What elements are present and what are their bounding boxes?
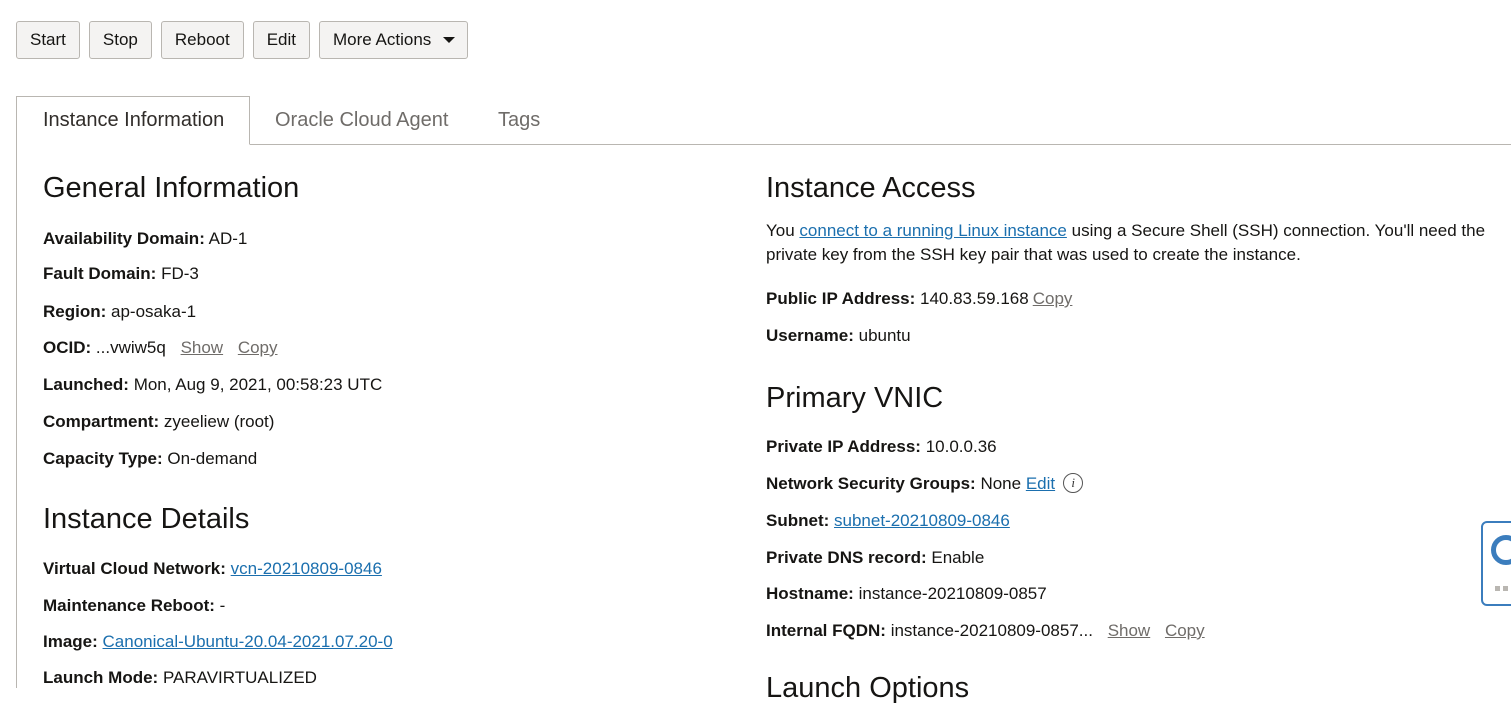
subnet-link[interactable]: subnet-20210809-0846: [834, 511, 1010, 530]
instance-access-heading: Instance Access: [766, 172, 976, 204]
launched-label: Launched:: [43, 375, 129, 394]
nsg-value: None: [980, 474, 1022, 493]
maintenance-reboot-value: -: [219, 596, 226, 615]
public-ip-row: Public IP Address: 140.83.59.168 Copy: [766, 289, 1072, 309]
private-dns-label: Private DNS record:: [766, 548, 927, 567]
fqdn-value: instance-20210809-0857...: [890, 621, 1093, 640]
region-value: ap-osaka-1: [111, 302, 197, 321]
fqdn-show-link[interactable]: Show: [1108, 621, 1151, 640]
fault-domain-label: Fault Domain:: [43, 264, 157, 283]
compartment-value: zyeeliew (root): [163, 412, 275, 431]
hostname-value: instance-20210809-0857: [858, 584, 1047, 603]
instance-details-heading: Instance Details: [43, 503, 250, 535]
launch-mode-label: Launch Mode:: [43, 668, 159, 687]
private-dns-value: Enable: [931, 548, 985, 567]
availability-domain-value: AD-1: [208, 229, 248, 248]
help-lifebuoy-icon: [1491, 535, 1511, 565]
ocid-row: OCID: ...vwiw5q Show Copy: [43, 338, 278, 358]
subnet-label: Subnet:: [766, 511, 830, 530]
reboot-button[interactable]: Reboot: [160, 21, 244, 59]
content-left-border: [16, 144, 17, 688]
ocid-show-link[interactable]: Show: [181, 338, 224, 357]
private-ip-row: Private IP Address: 10.0.0.36: [766, 437, 997, 457]
tab-instance-information[interactable]: Instance Information: [16, 96, 250, 145]
compartment-label: Compartment:: [43, 412, 160, 431]
public-ip-value: 140.83.59.168: [920, 289, 1029, 308]
connect-linux-instance-link[interactable]: connect to a running Linux instance: [799, 221, 1066, 240]
maintenance-reboot-row: Maintenance Reboot: -: [43, 596, 225, 616]
vcn-link[interactable]: vcn-20210809-0846: [231, 559, 382, 578]
launch-options-heading: Launch Options: [766, 672, 970, 704]
public-ip-label: Public IP Address:: [766, 289, 916, 308]
ocid-value: ...vwiw5q: [95, 338, 166, 357]
info-icon[interactable]: i: [1063, 472, 1084, 493]
capacity-type-value: On-demand: [167, 449, 258, 468]
vcn-row: Virtual Cloud Network: vcn-20210809-0846: [43, 559, 382, 579]
drag-handle-icon: [1495, 579, 1511, 604]
maintenance-reboot-label: Maintenance Reboot:: [43, 596, 215, 615]
launch-mode-value: PARAVIRTUALIZED: [162, 668, 317, 687]
more-actions-button[interactable]: More Actions: [319, 21, 469, 59]
fqdn-row: Internal FQDN: instance-20210809-0857...…: [766, 621, 1205, 641]
action-toolbar: Start Stop Reboot Edit More Actions: [16, 21, 469, 59]
launch-mode-row: Launch Mode: PARAVIRTUALIZED: [43, 668, 317, 688]
instance-access-description: You connect to a running Linux instance …: [766, 219, 1496, 267]
region-row: Region: ap-osaka-1: [43, 302, 196, 322]
region-label: Region:: [43, 302, 107, 321]
private-ip-label: Private IP Address:: [766, 437, 921, 456]
nsg-label: Network Security Groups:: [766, 474, 976, 493]
hostname-label: Hostname:: [766, 584, 854, 603]
subnet-row: Subnet: subnet-20210809-0846: [766, 511, 1010, 531]
launched-row: Launched: Mon, Aug 9, 2021, 00:58:23 UTC: [43, 375, 382, 395]
access-intro-pre: You: [766, 221, 800, 240]
general-information-heading: General Information: [43, 172, 300, 204]
availability-domain-row: Availability Domain: AD-1: [43, 229, 247, 249]
image-label: Image:: [43, 632, 98, 651]
primary-vnic-heading: Primary VNIC: [766, 382, 944, 414]
username-value: ubuntu: [858, 326, 911, 345]
fault-domain-row: Fault Domain: FD-3: [43, 264, 199, 284]
ocid-copy-link[interactable]: Copy: [238, 338, 278, 357]
ocid-label: OCID:: [43, 338, 92, 357]
fqdn-label: Internal FQDN:: [766, 621, 886, 640]
private-dns-row: Private DNS record: Enable: [766, 548, 984, 568]
launched-value: Mon, Aug 9, 2021, 00:58:23 UTC: [133, 375, 383, 394]
username-label: Username:: [766, 326, 854, 345]
fqdn-copy-link[interactable]: Copy: [1165, 621, 1205, 640]
more-actions-label: More Actions: [333, 30, 432, 49]
capacity-type-label: Capacity Type:: [43, 449, 163, 468]
username-row: Username: ubuntu: [766, 326, 911, 346]
tab-oracle-cloud-agent[interactable]: Oracle Cloud Agent: [275, 96, 448, 144]
nsg-edit-link[interactable]: Edit: [1026, 474, 1055, 493]
vcn-label: Virtual Cloud Network:: [43, 559, 226, 578]
image-link[interactable]: Canonical-Ubuntu-20.04-2021.07.20-0: [103, 632, 393, 651]
capacity-type-row: Capacity Type: On-demand: [43, 449, 257, 469]
compartment-row: Compartment: zyeeliew (root): [43, 412, 274, 432]
fault-domain-value: FD-3: [161, 264, 199, 283]
private-ip-value: 10.0.0.36: [925, 437, 997, 456]
image-row: Image: Canonical-Ubuntu-20.04-2021.07.20…: [43, 632, 393, 652]
nsg-row: Network Security Groups: None Edit i: [766, 472, 1084, 495]
tab-tags[interactable]: Tags: [498, 96, 540, 144]
hostname-row: Hostname: instance-20210809-0857: [766, 584, 1047, 604]
tab-bar: Instance Information Oracle Cloud Agent …: [16, 96, 1511, 145]
public-ip-copy-link[interactable]: Copy: [1033, 289, 1073, 308]
caret-down-icon: [443, 37, 456, 43]
help-widget[interactable]: [1481, 521, 1511, 606]
stop-button[interactable]: Stop: [88, 21, 152, 59]
start-button[interactable]: Start: [16, 21, 80, 59]
edit-button[interactable]: Edit: [252, 21, 311, 59]
availability-domain-label: Availability Domain:: [43, 229, 205, 248]
